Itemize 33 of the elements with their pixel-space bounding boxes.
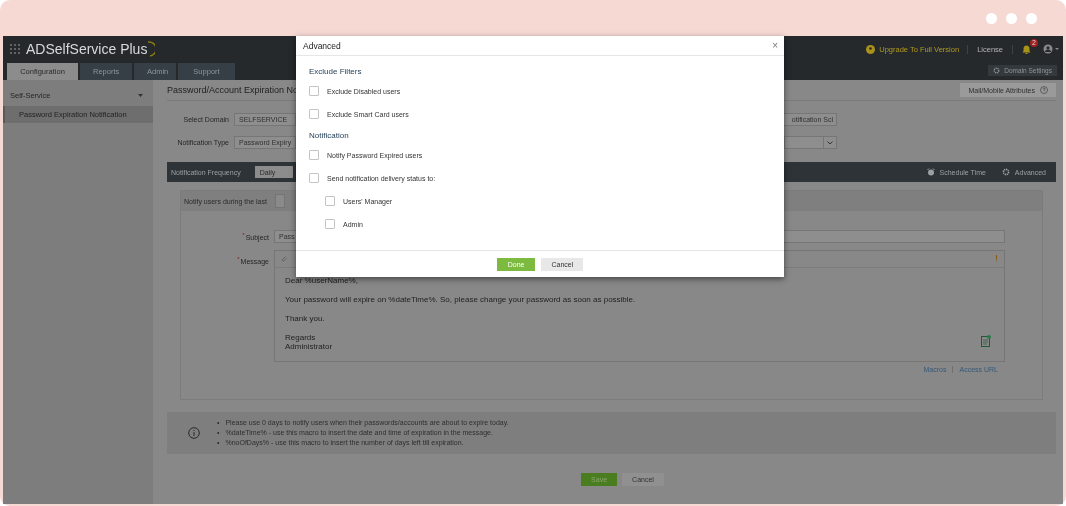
checkbox[interactable] [309, 86, 319, 96]
gear-icon [993, 66, 1001, 74]
message-paragraph: Thank you. [285, 313, 326, 323]
logo-arc-icon [147, 41, 156, 57]
section-heading: Notification [309, 131, 350, 141]
help-icon [1040, 86, 1048, 94]
user-avatar-icon[interactable] [1043, 44, 1059, 54]
gear-icon [1001, 168, 1010, 176]
message-paragraph: Dear %userName%, [285, 275, 359, 285]
checkbox[interactable] [309, 173, 319, 183]
warning-icon [995, 255, 998, 263]
caret-icon[interactable] [138, 93, 143, 97]
attachment-icon[interactable] [281, 255, 287, 263]
checkbox[interactable] [309, 150, 319, 160]
window-dot [986, 12, 997, 24]
apps-grid-icon[interactable] [10, 44, 20, 54]
app-logo: ADSelfService Plus [26, 41, 148, 57]
close-button[interactable]: × [772, 40, 778, 51]
checkbox[interactable] [309, 109, 319, 119]
checkbox[interactable] [325, 196, 335, 206]
section-heading: Exclude Filters [309, 67, 363, 77]
dialog-title: Advanced [303, 40, 341, 51]
window-dot [1026, 12, 1037, 24]
dropdown[interactable] [784, 136, 837, 149]
alarm-clock-icon [926, 168, 935, 176]
message-paragraph: Your password will expire on %dateTime%. So, please change your password as soon as possible. [285, 294, 637, 304]
bell-icon[interactable] [1022, 44, 1031, 54]
document-check-icon[interactable] [981, 335, 991, 347]
message-paragraph: Regards Administrator [285, 332, 334, 352]
window-dot [1006, 12, 1017, 24]
info-icon [188, 427, 200, 439]
checkbox[interactable] [325, 219, 335, 229]
chevron-down-icon [827, 140, 833, 145]
